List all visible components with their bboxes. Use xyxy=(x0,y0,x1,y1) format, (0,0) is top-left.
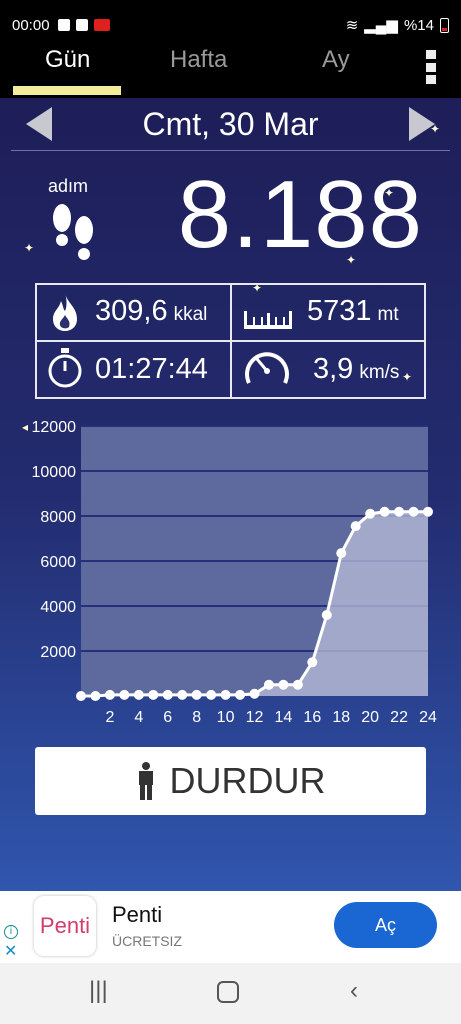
x-tick-label: 14 xyxy=(275,709,293,726)
chart-point xyxy=(336,548,347,559)
chart-point xyxy=(423,506,433,517)
chart-point xyxy=(365,508,376,519)
duration-stat: 01:27:44 xyxy=(95,353,208,386)
flame-icon xyxy=(53,293,77,331)
chart-point xyxy=(292,679,303,690)
grid-divider xyxy=(37,340,424,342)
x-tick-label: 6 xyxy=(163,709,172,726)
chart-point xyxy=(162,689,173,700)
home-icon[interactable] xyxy=(217,981,239,1003)
speed-stat: 3,9 km/s xyxy=(313,353,399,386)
chart-point xyxy=(408,506,419,517)
tab-bar: Gün Hafta Ay xyxy=(0,38,461,98)
person-icon xyxy=(138,762,153,800)
ad-close-icon[interactable]: ✕ xyxy=(4,941,17,961)
chart-point xyxy=(278,679,289,690)
distance-stat: 5731 mt xyxy=(307,295,399,328)
y-tick-label: 4000 xyxy=(40,599,76,616)
chart-point xyxy=(133,689,144,700)
chart-point xyxy=(119,689,130,700)
chart-point xyxy=(321,610,332,620)
ad-open-button[interactable]: Aç xyxy=(334,902,437,948)
y-tick-label: 6000 xyxy=(40,554,76,571)
chart-point xyxy=(104,689,115,700)
stopwatch-icon xyxy=(48,348,82,388)
battery-percent: %14 xyxy=(403,16,434,34)
active-tab-indicator xyxy=(13,86,121,95)
chart-point xyxy=(350,521,361,532)
calories-value: 309,6 xyxy=(95,295,168,327)
stop-button-label: DURDUR xyxy=(169,760,326,801)
chart-point xyxy=(206,689,217,700)
chart-point xyxy=(90,691,101,701)
chart-point xyxy=(249,688,260,699)
x-tick-label: 10 xyxy=(217,709,235,726)
recent-apps-icon[interactable]: ||| xyxy=(89,977,108,1005)
step-count: 8.188 xyxy=(177,161,423,268)
x-tick-label: 18 xyxy=(332,709,350,726)
notification-icon xyxy=(57,19,70,31)
chart-point xyxy=(394,506,405,517)
chart-point xyxy=(235,689,246,700)
footprints-icon xyxy=(53,204,93,260)
distance-unit: mt xyxy=(377,304,399,325)
main-content: ✦ ✦ ✦ ✦ ✦ ✦ ◂ Cmt, 30 Mar adım 8.188 309… xyxy=(0,98,461,891)
duration-value: 01:27:44 xyxy=(95,353,208,385)
x-tick-label: 20 xyxy=(361,709,379,726)
signal-icon: ▂▄▆ xyxy=(364,17,398,34)
chart-point xyxy=(76,691,86,701)
ad-logo[interactable]: Penti xyxy=(34,896,96,956)
chart-point xyxy=(263,679,274,690)
x-tick-label: 22 xyxy=(390,709,408,726)
stats-grid: 309,6 kkal 5731 mt 01:27:44 3,9 km/s xyxy=(35,283,426,399)
stop-button[interactable]: DURDUR xyxy=(35,747,426,815)
y-tick-label: 12000 xyxy=(32,419,77,436)
chart-point xyxy=(307,657,318,668)
ruler-icon xyxy=(244,311,292,329)
status-time: 00:00 xyxy=(12,16,50,34)
y-tick-label: 10000 xyxy=(32,464,77,481)
system-nav-bar: ||| ‹ xyxy=(0,963,461,1024)
distance-value: 5731 xyxy=(307,295,372,327)
divider xyxy=(11,150,450,151)
x-tick-label: 2 xyxy=(105,709,114,726)
ad-info-icon[interactable]: i xyxy=(4,925,18,939)
ad-banner[interactable]: i ✕ Penti Penti ÜCRETSIZ Aç xyxy=(0,891,461,963)
chart-point xyxy=(191,689,202,700)
speedometer-icon xyxy=(245,352,289,384)
chart-point xyxy=(220,689,231,700)
steps-summary: adım 8.188 xyxy=(0,161,461,278)
tab-day[interactable]: Gün xyxy=(45,46,90,74)
x-tick-label: 12 xyxy=(246,709,264,726)
checkbox-icon xyxy=(75,19,88,31)
tab-month[interactable]: Ay xyxy=(322,46,350,74)
chart-point xyxy=(379,506,390,517)
x-tick-label: 8 xyxy=(192,709,201,726)
calories-unit: kkal xyxy=(173,304,208,325)
y-tick-label: 2000 xyxy=(40,644,76,661)
ad-title[interactable]: Penti xyxy=(112,902,162,928)
back-icon[interactable]: ‹ xyxy=(350,977,358,1005)
date-navigator: Cmt, 30 Mar xyxy=(0,98,461,150)
date-label: Cmt, 30 Mar xyxy=(142,106,319,142)
ad-subtitle: ÜCRETSIZ xyxy=(112,933,182,949)
chart-point xyxy=(177,689,188,700)
speed-value: 3,9 xyxy=(313,353,354,385)
x-tick-label: 16 xyxy=(303,709,321,726)
calories-stat: 309,6 kkal xyxy=(95,295,207,328)
wifi-icon: ≋ xyxy=(345,17,359,34)
x-tick-label: 4 xyxy=(134,709,143,726)
speed-unit: km/s xyxy=(359,362,400,383)
battery-icon xyxy=(440,17,449,33)
next-day-icon[interactable] xyxy=(409,107,435,141)
overflow-menu-icon[interactable] xyxy=(426,50,438,84)
app-notification-icon xyxy=(93,19,110,31)
tab-week[interactable]: Hafta xyxy=(170,46,227,74)
x-tick-label: 24 xyxy=(419,709,437,726)
chart-point xyxy=(148,689,159,700)
steps-unit-label: adım xyxy=(48,176,89,196)
steps-chart: 20004000600080001000012000 2 4 6 8 10 12 14 16 1… xyxy=(32,419,438,726)
y-tick-label: 8000 xyxy=(40,509,76,526)
